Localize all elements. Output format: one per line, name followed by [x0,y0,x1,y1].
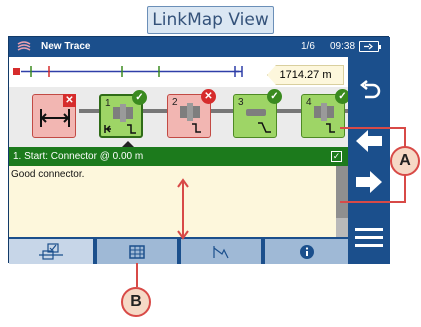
event-2[interactable]: 2 ✕ [167,89,216,138]
callout-b-line [136,263,138,287]
event-1[interactable]: 1 ✓ [99,90,147,138]
event-detail-title: 1. Start: Connector @ 0.00 m [13,151,144,162]
trace-tab[interactable] [181,239,261,264]
trace-icon [213,245,229,258]
linkmap-events: ✕ 1 ✓ 2 ✕ 3 ✓ 4 ✓ [9,87,350,147]
connector-icon [314,103,335,133]
end-marker [234,66,243,77]
checkbox-icon[interactable]: ✓ [331,151,342,162]
app-logo-icon [17,41,31,51]
callout-b: B [121,287,151,317]
clock: 09:38 [330,41,356,52]
menu-icon [355,228,383,247]
connector-icon [104,104,136,134]
callout-a: A [390,146,420,176]
splice-icon [246,109,271,133]
page-indicator: 1/6 [301,41,315,52]
device-screen: New Trace 1/6 09:38 1714.27 m ✕ 1 ✓ 2 ✕ … [8,36,390,264]
connector-icon [180,103,201,133]
event-description: Good connector. [11,169,85,180]
bottom-tab-bar [9,237,348,264]
trace-overview: 1714.27 m [9,57,348,87]
start-marker [13,68,20,75]
event-4[interactable]: 4 ✓ [301,89,350,138]
resize-arrow-icon [177,178,189,240]
info-icon [299,244,314,259]
linkmap-icon [39,242,63,260]
table-icon [129,244,145,259]
status-bar: New Trace 1/6 09:38 [9,37,390,57]
table-tab[interactable] [97,239,177,264]
event-launch[interactable]: ✕ [32,94,76,138]
back-icon [359,80,381,99]
menu-button[interactable] [348,217,390,257]
back-button[interactable] [348,73,390,109]
trace-title: New Trace [41,41,91,52]
battery-icon [359,41,381,52]
view-title-label: LinkMap View [147,6,274,34]
launch-fiber-icon [40,109,70,127]
event-detail-header[interactable]: 1. Start: Connector @ 0.00 m ✓ [9,147,348,166]
linkmap-tab[interactable] [9,239,93,264]
event-3[interactable]: 3 ✓ [233,89,282,138]
info-tab[interactable] [265,239,348,264]
distance-readout: 1714.27 m [267,65,344,85]
